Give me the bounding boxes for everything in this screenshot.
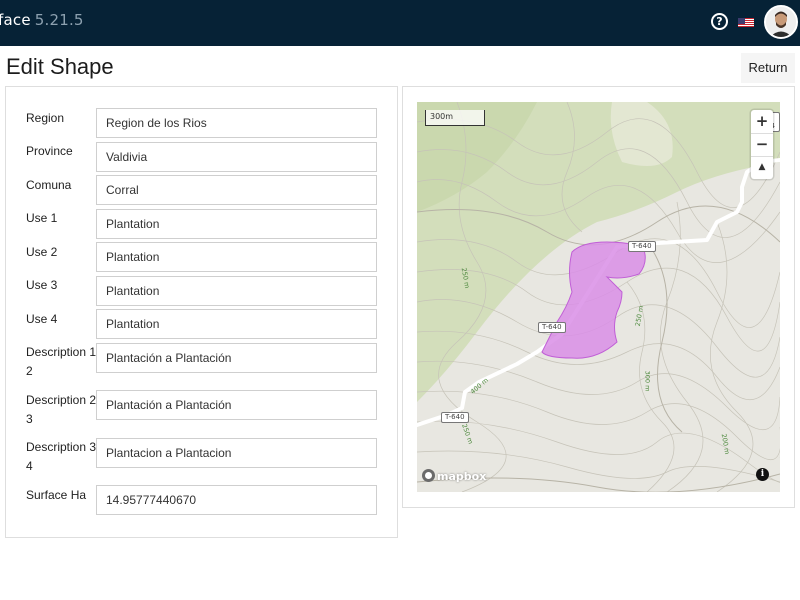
compass-reset-button[interactable]: ▲ [751,156,773,179]
map-scale: 300m [425,110,485,126]
us-flag-icon[interactable] [738,15,754,27]
return-button[interactable]: Return [741,53,795,83]
attribution-info-icon[interactable]: i [756,468,769,481]
zoom-in-button[interactable]: + [751,110,773,133]
description2-field[interactable]: Plantación a Plantación [96,390,377,420]
use2-label: Use 2 [26,245,58,259]
surface-ha-field[interactable]: 14.95777440670 [96,485,377,515]
region-label: Region [26,111,65,125]
description3-label: Description 3 4 [26,440,97,473]
page-title: Edit Shape [6,54,114,79]
map-zoom-control: + − ▲ [751,110,773,179]
app-version: 5.21.5 [34,11,84,29]
map-view[interactable]: 300m T-640 T-640 T-640 T-64 250 m 250 m … [417,102,780,492]
use3-field[interactable]: Plantation [96,276,377,306]
mapbox-logo-icon [422,469,435,482]
province-label: Province [26,144,73,158]
app-brand[interactable]: face 5.21.5 [0,11,84,29]
road-label: T-640 [628,241,656,252]
comuna-field[interactable]: Corral [96,175,377,205]
mapbox-logo[interactable]: mapbox [422,469,486,483]
description1-label: Description 1 2 [26,345,97,378]
description3-field[interactable]: Plantacion a Plantacion [96,438,377,468]
help-icon[interactable]: ? [711,13,728,30]
user-avatar[interactable] [764,5,798,39]
top-navbar: face 5.21.5 ? [0,0,800,46]
description1-field[interactable]: Plantación a Plantación [96,343,377,373]
description2-label: Description 2 3 [26,393,97,426]
use4-label: Use 4 [26,312,58,326]
province-field[interactable]: Valdivia [96,142,377,172]
use1-label: Use 1 [26,211,58,225]
use1-field[interactable]: Plantation [96,209,377,239]
elevation-label: 300 m [643,370,652,392]
comuna-label: Comuna [26,178,72,192]
road-label: T-640 [441,412,469,423]
mapbox-logo-text: mapbox [437,470,487,483]
use4-field[interactable]: Plantation [96,309,377,339]
road-label: T-640 [538,322,566,333]
surface-ha-label: Surface Ha [26,488,87,502]
zoom-out-button[interactable]: − [751,133,773,156]
region-field[interactable]: Region de los Rios [96,108,377,138]
use3-label: Use 3 [26,278,58,292]
use2-field[interactable]: Plantation [96,242,377,272]
brand-name: face [0,11,31,29]
